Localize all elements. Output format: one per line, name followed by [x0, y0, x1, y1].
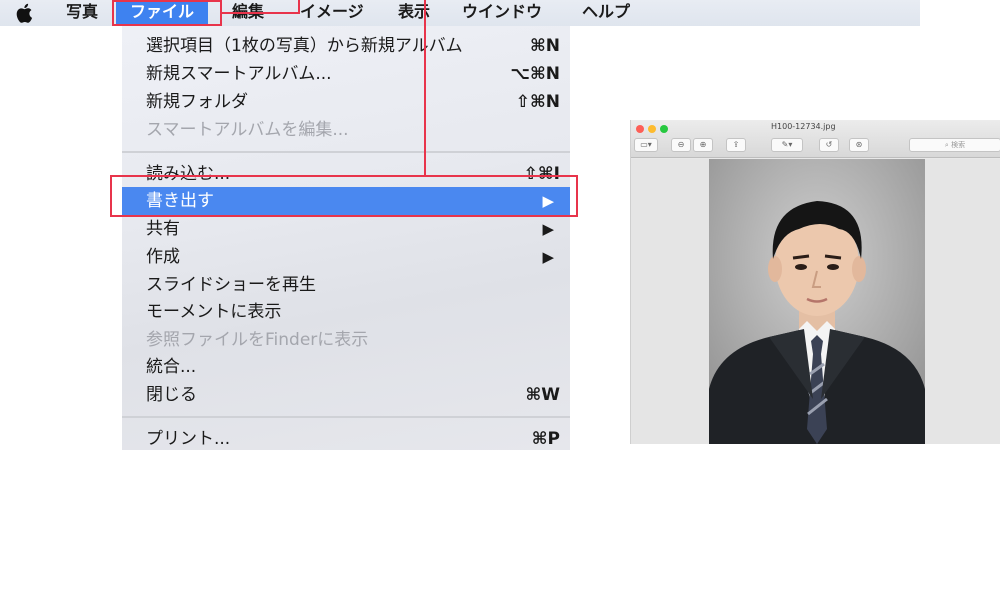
portrait-photo [709, 159, 925, 444]
minimize-window-icon[interactable] [648, 125, 656, 133]
close-window-icon[interactable] [636, 125, 644, 133]
shortcut-label: ⇧⌘N [515, 92, 560, 112]
menu-item-label: 新規スマートアルバム... [146, 64, 332, 84]
menu-window[interactable]: ウインドウ [448, 0, 556, 26]
menu-item-play-slideshow[interactable]: スライドショーを再生 [122, 271, 570, 299]
shortcut-label: ⌥⌘N [510, 64, 560, 84]
menu-item-share[interactable]: 共有 ▶ [122, 215, 570, 243]
menu-item-label: プリント... [146, 429, 231, 449]
shortcut-label: ⌘P [531, 429, 560, 449]
submenu-arrow-icon: ▶ [542, 248, 554, 266]
menu-item-label: 統合... [146, 357, 197, 377]
submenu-arrow-icon: ▶ [542, 220, 554, 238]
menu-item-new-album-from-selection[interactable]: 選択項目（1枚の写真）から新規アルバム ⌘N [122, 32, 570, 60]
menu-item-new-folder[interactable]: 新規フォルダ ⇧⌘N [122, 88, 570, 116]
annotation-line-horizontal [222, 12, 300, 14]
search-field[interactable]: ⌕ 検索 [909, 138, 1000, 152]
menu-item-label: 共有 [146, 219, 180, 239]
sidebar-toggle-icon[interactable]: ▭▾ [634, 138, 658, 152]
annotation-box-export [110, 175, 578, 217]
annotation-box-file-menu [112, 0, 222, 26]
menu-item-label: 作成 [146, 247, 180, 267]
zoom-in-icon[interactable]: ⊕ [693, 138, 713, 152]
menu-item-new-smart-album[interactable]: 新規スマートアルバム... ⌥⌘N [122, 60, 570, 88]
menu-item-label: 参照ファイルをFinderに表示 [146, 330, 369, 350]
apple-menu-icon[interactable] [13, 1, 37, 25]
menu-photos[interactable]: 写真 [52, 0, 112, 26]
menu-item-create[interactable]: 作成 ▶ [122, 243, 570, 271]
menu-item-show-in-moments[interactable]: モーメントに表示 [122, 298, 570, 326]
menu-item-show-referenced-in-finder: 参照ファイルをFinderに表示 [122, 326, 570, 354]
preview-titlebar: H100-12734.jpg ▭▾ ⊖ ⊕ ⇪ ✎▾ ↺ ⊛ ⌕ 検索 [631, 120, 1000, 158]
preview-canvas [631, 159, 1000, 444]
menu-view[interactable]: 表示 [384, 0, 444, 26]
annotation-line-vertical [424, 0, 426, 176]
menu-item-label: 新規フォルダ [146, 92, 248, 112]
zoom-out-icon[interactable]: ⊖ [671, 138, 691, 152]
menu-item-label: 選択項目（1枚の写真）から新規アルバム [146, 36, 463, 56]
menu-item-label: モーメントに表示 [146, 302, 282, 322]
search-placeholder: 検索 [951, 141, 966, 149]
menu-item-print[interactable]: プリント... ⌘P [122, 425, 570, 453]
menu-item-edit-smart-album: スマートアルバムを編集... [122, 116, 570, 144]
markup-toolbar-icon[interactable]: ⊛ [849, 138, 869, 152]
annotation-line-vertical-short [298, 0, 300, 14]
rotate-icon[interactable]: ↺ [819, 138, 839, 152]
preview-window-title: H100-12734.jpg [771, 122, 836, 131]
zoom-window-icon[interactable] [660, 125, 668, 133]
menu-help[interactable]: ヘルプ [568, 0, 644, 26]
share-icon[interactable]: ⇪ [726, 138, 746, 152]
menu-item-close[interactable]: 閉じる ⌘W [122, 381, 570, 409]
menu-item-label: スライドショーを再生 [146, 275, 316, 295]
file-menu-dropdown: 選択項目（1枚の写真）から新規アルバム ⌘N 新規スマートアルバム... ⌥⌘N… [122, 26, 570, 450]
menu-separator [122, 151, 570, 153]
menu-item-consolidate[interactable]: 統合... [122, 353, 570, 381]
preview-window: H100-12734.jpg ▭▾ ⊖ ⊕ ⇪ ✎▾ ↺ ⊛ ⌕ 検索 [630, 120, 1000, 444]
menu-item-label: 閉じる [146, 385, 197, 405]
markup-pen-icon[interactable]: ✎▾ [771, 138, 803, 152]
shortcut-label: ⌘N [530, 36, 560, 56]
shortcut-label: ⌘W [525, 385, 560, 405]
menu-separator [122, 416, 570, 418]
menu-item-label: スマートアルバムを編集... [146, 120, 349, 140]
